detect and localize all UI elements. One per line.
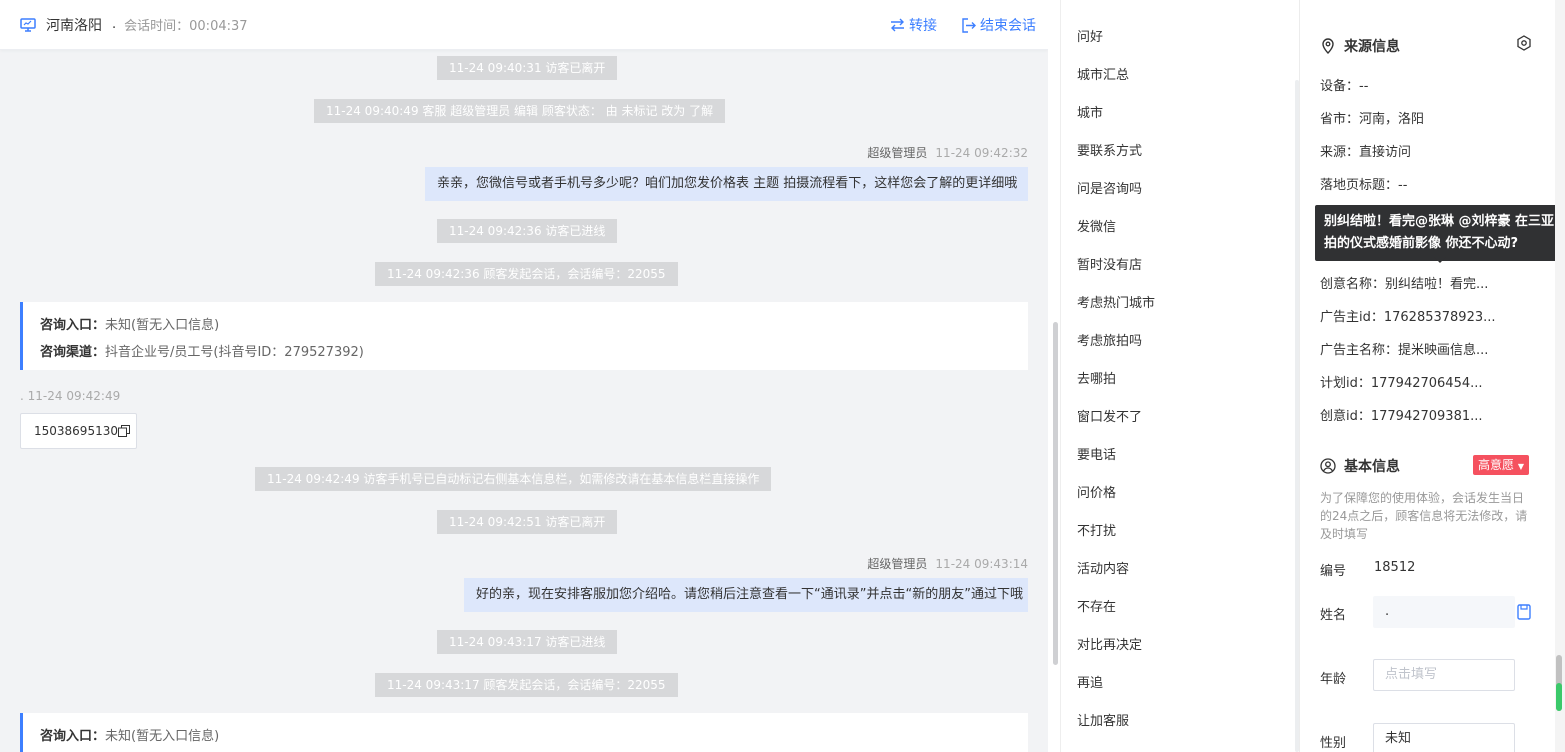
transfer-icon xyxy=(891,18,904,32)
phrase-item[interactable]: 问价格 xyxy=(1077,482,1116,501)
age-label: 年龄 xyxy=(1320,672,1347,687)
channel-key: 咨询渠道： xyxy=(40,345,106,360)
source-landing-title: 落地页标题：-- xyxy=(1320,178,1408,193)
system-message: 11-24 09:42:36 顾客发起会话，会话编号：22055 xyxy=(375,262,678,286)
agent-message-bubble: 亲亲，您微信号或者手机号多少呢？咱们加您发价格表 主题 拍摄流程看下，这样您会了… xyxy=(425,167,1028,201)
id-label: 编号 xyxy=(1320,564,1347,579)
visitor-phone-message[interactable]: 15038695130 xyxy=(20,413,137,449)
phrase-item[interactable]: 考虑热门城市 xyxy=(1077,292,1155,311)
phrase-item[interactable]: 对比再决定 xyxy=(1077,634,1142,653)
system-message: 11-24 09:40:31 访客已离开 xyxy=(437,56,618,80)
basic-info-title: 基本信息 xyxy=(1320,456,1400,476)
phrase-item[interactable]: 城市 xyxy=(1077,102,1103,121)
user-circle-icon xyxy=(1320,458,1336,474)
visitor-region: 河南洛阳 xyxy=(46,17,102,34)
gender-select[interactable]: 未知 xyxy=(1373,723,1515,752)
source-channel: 来源：直接访问 xyxy=(1320,145,1412,160)
creative-name-tooltip: 别纠结啦！看完@张琳 @刘梓豪 在三亚拍的仪式感婚前影像 你还不心动? xyxy=(1315,205,1565,261)
phrase-item[interactable]: 暂时没有店 xyxy=(1077,254,1142,273)
agent-message-meta: 超级管理员 11-24 09:42:32 xyxy=(867,144,1028,161)
source-creative-name[interactable]: 创意名称：别纠结啦！看完... xyxy=(1320,273,1488,292)
agent-name: 超级管理员 xyxy=(867,146,928,160)
consult-entry-card: 咨询入口：未知(暂无入口信息) xyxy=(20,713,1028,752)
entry-key: 咨询入口： xyxy=(40,318,106,333)
agent-name: 超级管理员 xyxy=(867,557,928,571)
transfer-button[interactable]: 转接 xyxy=(890,15,937,35)
id-value: 18512 xyxy=(1374,560,1416,575)
phrase-item[interactable]: 再追 xyxy=(1077,672,1103,691)
chat-scrollbar[interactable] xyxy=(1053,322,1058,665)
edit-notice: 为了保障您的使用体验，会话发生当日的24点之后，顾客信息将无法修改，请及时填写 xyxy=(1320,491,1528,541)
phrase-item[interactable]: 考虑旅拍吗 xyxy=(1077,330,1142,349)
consult-entry-card: 咨询入口：未知(暂无入口信息) 咨询渠道：抖音企业号/员工号(抖音号ID：279… xyxy=(20,302,1028,370)
phrase-item[interactable]: 活动内容 xyxy=(1077,558,1129,577)
system-message: 11-24 09:43:17 访客已进线 xyxy=(437,630,618,654)
intent-badge-dropdown[interactable]: 高意愿 ▼ xyxy=(1473,455,1529,475)
age-input[interactable]: 点击填写 xyxy=(1373,659,1515,691)
scroll-indicator xyxy=(1556,683,1562,711)
source-plan-id: 计划id：177942706454... xyxy=(1320,376,1483,391)
phrase-item[interactable]: 要联系方式 xyxy=(1077,140,1142,159)
quick-phrase-list: 问好 城市汇总 城市 要联系方式 问是咨询吗 发微信 暂时没有店 考虑热门城市 … xyxy=(1060,0,1299,752)
name-label: 姓名 xyxy=(1320,608,1347,623)
channel-value: 抖音企业号/员工号(抖音号ID：279527392) xyxy=(105,345,364,360)
session-time: 会话时间：00:04:37 xyxy=(124,19,248,34)
source-info-title: 来源信息 xyxy=(1320,36,1400,56)
chat-panel: 河南洛阳 . 会话时间：00:04:37 转接 结束会话 11-24 09:40… xyxy=(0,0,1048,752)
eye-settings-icon[interactable] xyxy=(1516,35,1532,51)
phrase-item[interactable]: 不打扰 xyxy=(1077,520,1116,539)
phrase-item[interactable]: 问好 xyxy=(1077,26,1103,45)
phrase-item[interactable]: 去哪拍 xyxy=(1077,368,1116,387)
gender-label: 性别 xyxy=(1320,736,1347,751)
phrase-item[interactable]: 问是咨询吗 xyxy=(1077,178,1142,197)
source-advertiser-id: 广告主id：176285378923... xyxy=(1320,310,1496,325)
system-message: 11-24 09:42:49 访客手机号已自动标记右侧基本信息栏，如需修改请在基… xyxy=(255,467,772,491)
visitor-message-meta: . 11-24 09:42:49 xyxy=(20,389,121,403)
phrase-item[interactable]: 发微信 xyxy=(1077,216,1116,235)
copy-icon[interactable] xyxy=(117,425,130,437)
source-device: 设备：-- xyxy=(1320,79,1369,94)
phrase-item[interactable]: 让加客服 xyxy=(1077,710,1129,729)
source-advertiser-name: 广告主名称：提米映画信息... xyxy=(1320,343,1489,358)
chat-header: 河南洛阳 . 会话时间：00:04:37 转接 结束会话 xyxy=(0,0,1048,50)
phone-number: 15038695130 xyxy=(34,424,118,438)
phrase-item[interactable]: 窗口发不了 xyxy=(1077,406,1142,425)
entry-value: 未知(暂无入口信息) xyxy=(105,318,220,333)
system-message: 11-24 09:42:51 访客已离开 xyxy=(437,510,618,534)
location-icon xyxy=(1322,38,1334,54)
entry-key: 咨询入口： xyxy=(40,729,106,744)
customer-info-panel: 来源信息 设备：-- 省市：河南，洛阳 来源：直接访问 落地页标题：-- 创意名… xyxy=(1300,0,1565,752)
end-session-label: 结束会话 xyxy=(980,18,1036,34)
name-field[interactable]: . xyxy=(1373,596,1515,628)
system-message: 11-24 09:42:36 访客已进线 xyxy=(437,219,618,243)
monitor-icon xyxy=(20,17,36,33)
message-time: 11-24 09:43:14 xyxy=(935,557,1028,571)
tooltip-arrow xyxy=(1434,257,1446,263)
phrase-item[interactable]: 不存在 xyxy=(1077,596,1116,615)
transfer-label: 转接 xyxy=(909,18,937,34)
phrase-item[interactable]: 城市汇总 xyxy=(1077,64,1129,83)
source-province: 省市：河南，洛阳 xyxy=(1320,112,1425,127)
message-time: 11-24 09:42:32 xyxy=(935,146,1028,160)
source-creative-id: 创意id：177942709381... xyxy=(1320,409,1483,424)
visitor-name: . xyxy=(112,17,117,32)
phrase-item[interactable]: 要电话 xyxy=(1077,444,1116,463)
system-message: 11-24 09:43:17 顾客发起会话，会话编号：22055 xyxy=(375,673,678,697)
agent-message-bubble: 好的亲，现在安排客服加您介绍哈。请您稍后注意查看一下“通讯录”并点击“新的朋友”… xyxy=(464,578,1028,612)
info-scrollbar-track[interactable] xyxy=(1555,0,1565,752)
end-session-button[interactable]: 结束会话 xyxy=(961,15,1036,35)
copy-icon[interactable] xyxy=(1517,604,1531,620)
agent-message-meta: 超级管理员 11-24 09:43:14 xyxy=(867,555,1028,572)
logout-icon xyxy=(962,17,976,33)
entry-value: 未知(暂无入口信息) xyxy=(105,729,220,744)
system-message: 11-24 09:40:49 客服 超级管理员 编辑 顾客状态： 由 未标记 改… xyxy=(314,99,726,123)
caret-down-icon: ▼ xyxy=(1517,462,1524,471)
